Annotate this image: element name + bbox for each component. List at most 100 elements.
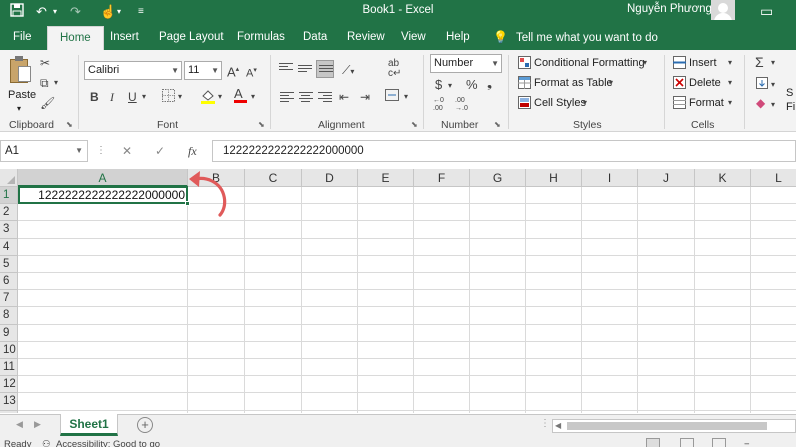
fill-color-dropdown-icon[interactable]: ▾ [218,90,222,104]
row-header-9[interactable]: 9 [0,324,18,342]
number-launcher-icon[interactable]: ⬊ [494,120,501,129]
font-color-dropdown-icon[interactable]: ▾ [251,90,255,104]
number-format-select[interactable]: Number ▼ [430,54,502,73]
underline-icon[interactable]: U [128,90,137,104]
bold-icon[interactable]: B [90,90,99,104]
column-header-l[interactable]: L [751,169,796,187]
align-right-icon[interactable] [318,92,332,104]
insert-dropdown-icon[interactable]: ▾ [728,56,732,70]
conditional-formatting-dropdown-icon[interactable]: ▾ [643,56,647,70]
avatar[interactable] [711,0,735,20]
fill-dropdown-icon[interactable]: ▾ [771,78,775,92]
fill-color-icon[interactable] [200,88,216,107]
format-painter-icon[interactable]: 🖌 [40,96,55,110]
conditional-formatting-button[interactable]: Conditional Formatting [534,56,645,70]
increase-indent-icon[interactable]: ⇥ [360,90,370,104]
column-header-a[interactable]: A [18,169,188,187]
clear-icon[interactable]: ◆ [756,96,765,110]
tab-help[interactable]: Help [446,24,470,50]
copy-dropdown-icon[interactable]: ▾ [54,76,58,90]
scroll-sheets-right-icon[interactable]: ▶ [34,419,41,430]
row-header-4[interactable]: 4 [0,238,18,256]
tab-home[interactable]: Home [47,26,104,50]
cut-icon[interactable]: ✂ [40,56,50,70]
page-layout-view-icon[interactable] [680,438,694,447]
row-header-6[interactable]: 6 [0,273,18,291]
underline-dropdown-icon[interactable]: ▾ [142,90,146,104]
cell-styles-dropdown-icon[interactable]: ▾ [583,96,587,110]
font-name-select[interactable]: Calibri ▼ [84,61,182,80]
top-align-icon[interactable] [279,63,293,75]
decrease-decimal-icon[interactable]: .00 →.0 [455,97,468,113]
paste-button[interactable]: Paste [8,88,36,102]
column-header-j[interactable]: J [638,169,695,187]
row-header-8[interactable]: 8 [0,307,18,325]
row-header-5[interactable]: 5 [0,255,18,273]
select-all-button[interactable] [0,169,18,187]
insert-cells-icon[interactable] [673,56,686,72]
middle-align-icon[interactable] [298,65,312,77]
zoom-out-icon[interactable]: − [744,439,750,447]
align-center-icon[interactable] [299,92,313,104]
column-header-e[interactable]: E [358,169,414,187]
clear-dropdown-icon[interactable]: ▾ [771,98,775,112]
row-header-1[interactable]: 1 [0,187,18,205]
increase-font-size-icon[interactable]: A▴ [227,63,239,79]
fill-icon[interactable] [756,77,768,92]
italic-icon[interactable]: I [110,90,114,104]
delete-cells-button[interactable]: Delete [689,76,721,90]
tab-file[interactable]: File [13,24,32,50]
borders-icon[interactable] [162,89,175,105]
currency-icon[interactable]: $ [435,78,442,92]
decrease-indent-icon[interactable]: ⇤ [339,90,349,104]
wrap-text-icon[interactable]: ab c↵ [388,59,401,79]
format-as-table-dropdown-icon[interactable]: ▾ [609,76,613,90]
column-header-k[interactable]: K [695,169,751,187]
copy-icon[interactable]: ⧉ [40,76,49,90]
format-cells-icon[interactable] [673,96,686,112]
font-size-select[interactable]: 11 ▼ [184,61,222,80]
column-header-i[interactable]: I [582,169,638,187]
column-header-f[interactable]: F [414,169,470,187]
formula-input[interactable]: 1222222222222222000000 [212,140,796,162]
tab-page-layout[interactable]: Page Layout [159,24,224,50]
orientation-icon[interactable]: ⟋▾ [342,63,354,79]
align-left-icon[interactable] [280,92,294,104]
tab-review[interactable]: Review [347,24,385,50]
merge-dropdown-icon[interactable]: ▾ [404,90,408,104]
borders-dropdown-icon[interactable]: ▾ [178,90,182,104]
autosum-icon[interactable]: Σ [755,55,764,69]
insert-cells-button[interactable]: Insert [689,56,717,70]
name-box[interactable]: A1 ▼ [0,140,88,162]
tab-data[interactable]: Data [303,24,327,50]
bottom-align-icon[interactable] [316,60,334,78]
column-header-d[interactable]: D [302,169,358,187]
add-sheet-icon[interactable]: + [137,417,153,433]
tab-formulas[interactable]: Formulas [237,24,285,50]
row-header-3[interactable]: 3 [0,221,18,239]
format-cells-button[interactable]: Format [689,96,724,110]
column-header-h[interactable]: H [526,169,582,187]
decrease-font-size-icon[interactable]: A▾ [246,64,257,81]
increase-decimal-icon[interactable]: ←0.00 [433,97,444,113]
horizontal-scrollbar[interactable]: ◀ [552,419,796,433]
clipboard-launcher-icon[interactable]: ⬊ [66,120,73,129]
delete-dropdown-icon[interactable]: ▾ [728,76,732,90]
column-header-g[interactable]: G [470,169,526,187]
font-color-icon[interactable]: A [234,87,247,103]
row-header-12[interactable]: 12 [0,376,18,394]
cancel-icon[interactable]: ✕ [122,142,132,160]
accessibility-status[interactable]: Accessibility: Good to go [56,439,160,447]
row-header-14[interactable]: 14 [0,410,18,413]
conditional-formatting-icon[interactable] [518,56,531,72]
scrollbar-thumb[interactable] [567,422,767,430]
worksheet-grid[interactable]: ABCDEFGHIJKL 1234567891011121314 [0,169,796,413]
percent-icon[interactable]: % [466,78,478,92]
format-as-table-icon[interactable] [518,76,531,92]
paste-icon[interactable] [8,56,32,84]
sort-filter-label-partial[interactable]: S [786,86,793,100]
alignment-launcher-icon[interactable]: ⬊ [411,120,418,129]
merge-center-icon[interactable] [385,89,399,104]
autosum-dropdown-icon[interactable]: ▾ [771,56,775,70]
cell-styles-icon[interactable] [518,96,531,112]
